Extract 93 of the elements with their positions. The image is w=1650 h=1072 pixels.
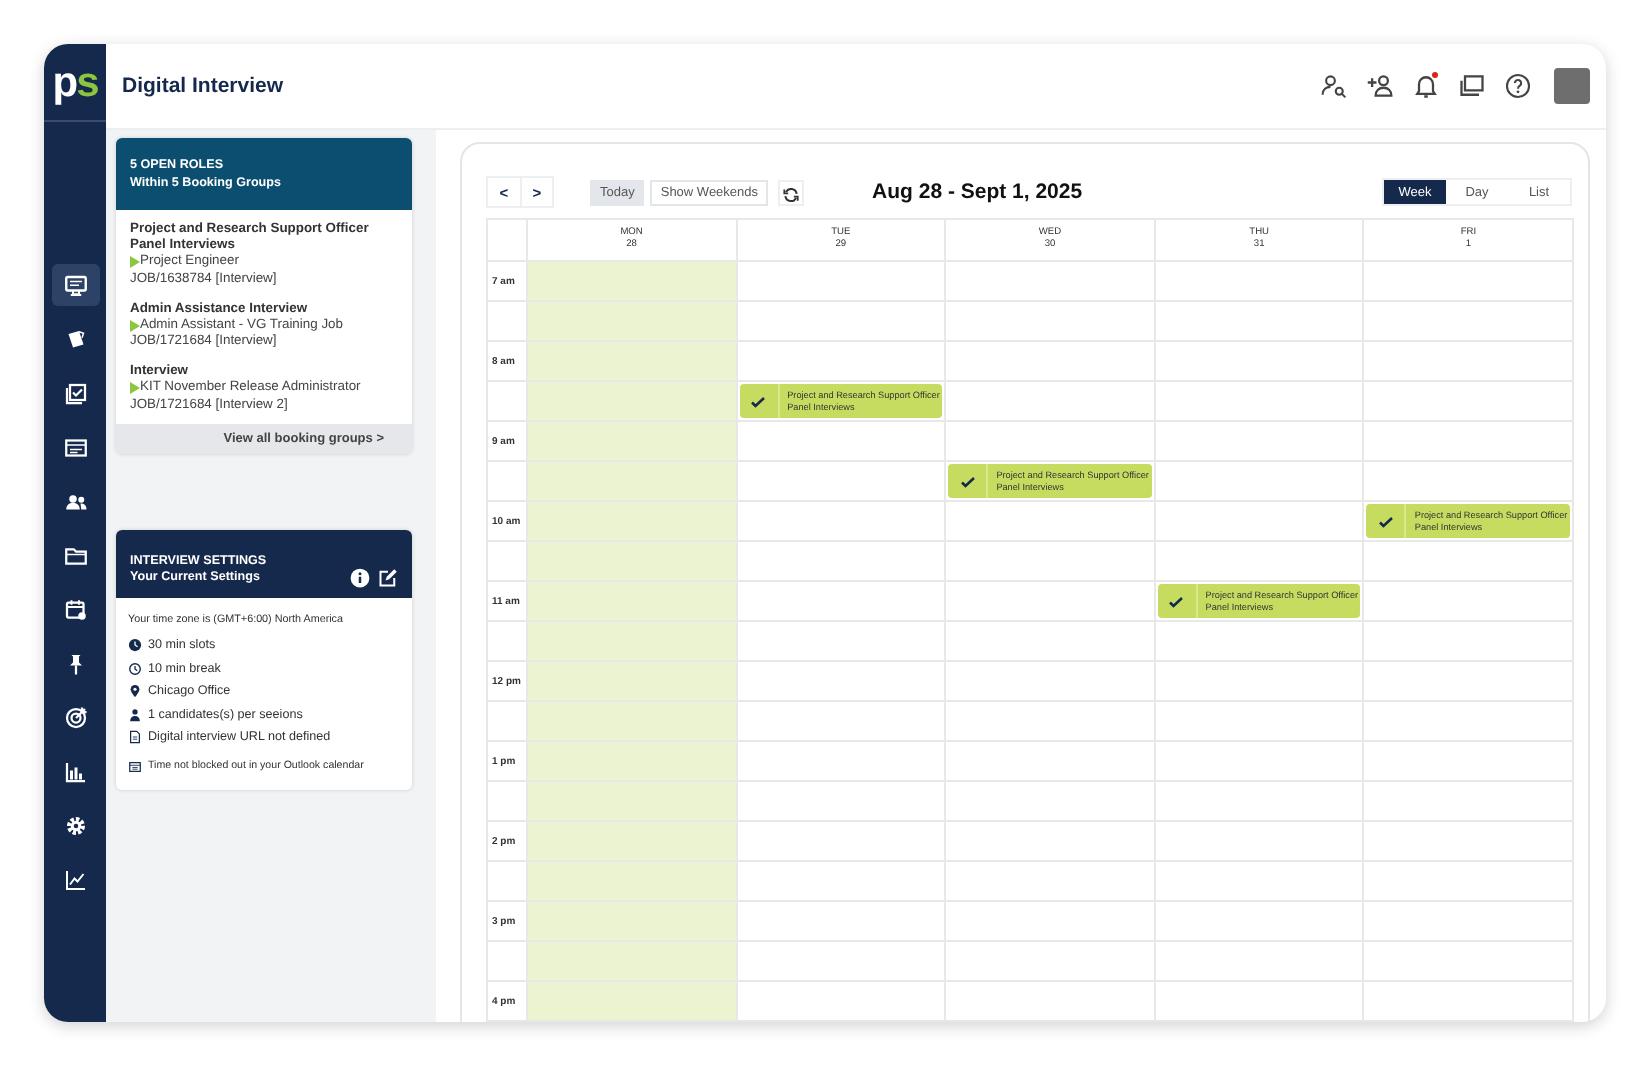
edit-button[interactable] xyxy=(378,567,398,588)
cards-icon xyxy=(63,327,87,351)
sidebar-item[interactable] xyxy=(51,264,99,306)
clock-icon xyxy=(128,661,142,676)
calendar-cell[interactable] xyxy=(528,942,738,982)
user-search-icon xyxy=(1320,72,1348,100)
calendar-cell[interactable] xyxy=(946,982,1156,1022)
calendar-cell[interactable] xyxy=(1155,982,1365,1022)
bell-button[interactable] xyxy=(1412,72,1440,100)
edit-icon xyxy=(378,567,398,588)
monitor-icon xyxy=(63,273,87,297)
calendar-cell[interactable] xyxy=(528,742,738,782)
calendar-cell[interactable] xyxy=(528,542,738,582)
calendar-cell[interactable] xyxy=(528,862,738,902)
calendar-cell[interactable] xyxy=(1155,422,1365,462)
check-icon xyxy=(750,393,767,409)
calendar-cell[interactable] xyxy=(528,822,738,862)
windows-icon xyxy=(1458,72,1486,100)
triangle-icon xyxy=(130,319,140,332)
target-icon xyxy=(63,705,87,729)
calendar-cell[interactable] xyxy=(737,862,947,902)
calendar-cell[interactable] xyxy=(737,822,947,862)
bar-chart-icon xyxy=(63,759,87,783)
calendar-cell[interactable] xyxy=(528,382,738,422)
triangle-icon xyxy=(130,256,140,269)
calendar-cell[interactable] xyxy=(528,582,738,622)
help-icon xyxy=(1504,72,1532,100)
calendar-cell[interactable] xyxy=(946,422,1156,462)
calendar-cell[interactable] xyxy=(737,262,947,302)
calendar-cell[interactable] xyxy=(528,782,738,822)
calendar-cell[interactable] xyxy=(528,902,738,942)
calendar-cell[interactable] xyxy=(528,982,738,1022)
calendar-icon xyxy=(63,597,87,621)
location-pin-icon xyxy=(128,684,142,699)
folder-icon xyxy=(63,543,87,567)
info-button[interactable] xyxy=(350,567,370,588)
calendar-cell[interactable] xyxy=(528,302,738,342)
triangle-icon xyxy=(130,382,140,395)
calendar-cell[interactable] xyxy=(737,342,947,382)
calendar-cell[interactable] xyxy=(528,462,738,502)
calendar-cell[interactable] xyxy=(1364,462,1574,502)
calendar-cell[interactable] xyxy=(737,702,947,742)
calendar-cell[interactable] xyxy=(737,422,947,462)
calendar-cell[interactable] xyxy=(737,462,947,502)
refresh-button[interactable] xyxy=(778,179,805,205)
calendar-cell[interactable] xyxy=(528,342,738,382)
add-user-icon xyxy=(1366,72,1394,100)
calendar-cell[interactable] xyxy=(528,502,738,542)
calendar-cell[interactable] xyxy=(737,982,947,1022)
calendar-cell[interactable] xyxy=(946,582,1156,622)
calendar-cell[interactable] xyxy=(737,622,947,662)
user-search-button[interactable] xyxy=(1320,72,1348,100)
clock-icon xyxy=(128,638,142,653)
calendar-cell[interactable] xyxy=(737,782,947,822)
settings-icon xyxy=(63,813,87,837)
info-icon xyxy=(350,567,370,588)
calendar-cell[interactable] xyxy=(737,582,947,622)
calendar-cell[interactable] xyxy=(528,662,738,702)
bell-icon xyxy=(1412,72,1440,100)
calendar-cell[interactable] xyxy=(737,942,947,982)
calendar-cell[interactable] xyxy=(1155,542,1365,582)
calendar-cell[interactable] xyxy=(737,542,947,582)
check-icon xyxy=(1168,593,1185,609)
person-icon xyxy=(128,707,142,722)
calendar-cell[interactable] xyxy=(528,622,738,662)
checklist-icon xyxy=(63,381,87,405)
refresh-icon xyxy=(782,183,801,205)
calendar-icon xyxy=(128,759,142,774)
check-icon xyxy=(1377,513,1394,529)
date-range: Aug 28 - Sept 1, 2025 xyxy=(872,180,1085,204)
calendar-cell[interactable] xyxy=(528,262,738,302)
calendar-cell[interactable] xyxy=(1364,982,1574,1022)
calendar-cell[interactable] xyxy=(737,742,947,782)
document-icon xyxy=(128,730,142,745)
calendar-cell[interactable] xyxy=(737,902,947,942)
windows-button[interactable] xyxy=(1458,72,1486,100)
check-icon xyxy=(959,473,976,489)
calendar-cell[interactable] xyxy=(737,502,947,542)
id-card-icon xyxy=(63,435,87,459)
help-button[interactable] xyxy=(1504,72,1532,100)
calendar-cell[interactable] xyxy=(1155,502,1365,542)
avatar[interactable] xyxy=(1554,68,1590,104)
logo: ps xyxy=(52,61,98,103)
calendar-cell[interactable] xyxy=(528,422,738,462)
calendar-cell[interactable] xyxy=(737,302,947,342)
page-title: Digital Interview xyxy=(122,74,286,98)
calendar-cell[interactable] xyxy=(737,662,947,702)
calendar-cell[interactable] xyxy=(946,542,1156,582)
people-icon xyxy=(63,489,87,513)
calendar-cell[interactable] xyxy=(1155,462,1365,502)
add-user-button[interactable] xyxy=(1366,72,1394,100)
line-chart-icon xyxy=(63,867,87,891)
calendar-cell[interactable] xyxy=(528,702,738,742)
